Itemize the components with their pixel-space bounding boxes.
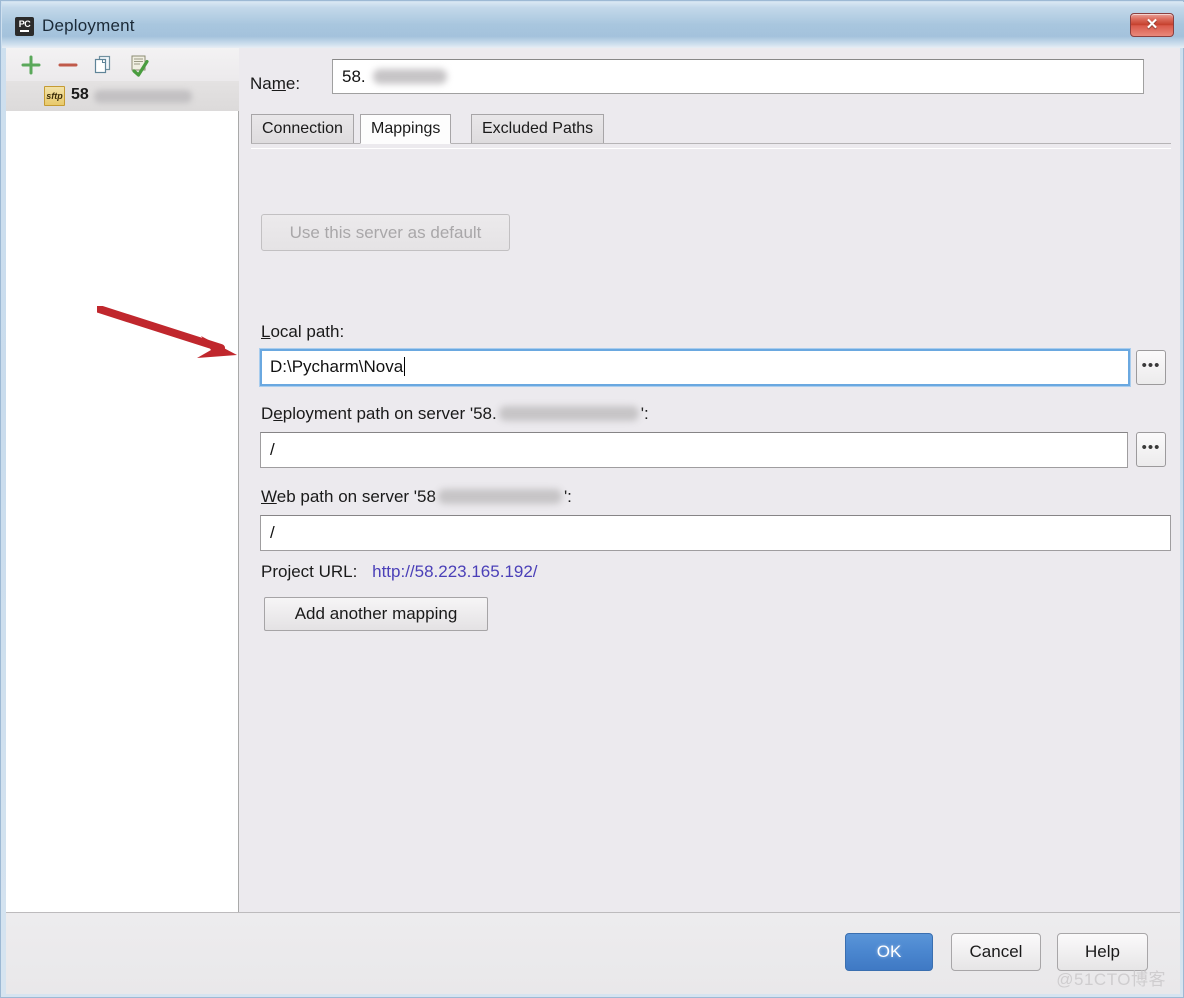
dialog-footer: OK Cancel Help @51CTO博客: [6, 912, 1180, 994]
cancel-button[interactable]: Cancel: [951, 933, 1041, 971]
add-another-mapping-button[interactable]: Add another mapping: [264, 597, 488, 631]
add-server-icon[interactable]: [19, 53, 43, 77]
local-path-value: D:\Pycharm\Nova: [270, 357, 406, 377]
tab-connection[interactable]: Connection: [251, 114, 354, 144]
close-glyph: ✕: [1145, 16, 1159, 33]
list-item[interactable]: sftp 58: [6, 81, 239, 111]
project-url-row: Project URL: http://58.223.165.192/: [261, 562, 538, 582]
web-path-value: /: [270, 523, 275, 542]
server-settings-panel: Name: 58. Connection Mappings Excluded P…: [240, 48, 1180, 912]
deployment-path-label: Deployment path on server '58. ':: [261, 404, 649, 424]
divider: [251, 148, 1171, 149]
name-label-post: e:: [285, 74, 301, 93]
deployment-dialog: PC Deployment ✕ sftp 58 Name: 58. Connec…: [0, 0, 1184, 998]
deployment-path-browse-button[interactable]: •••: [1136, 432, 1166, 467]
name-input[interactable]: 58.: [332, 59, 1144, 94]
deployment-path-input[interactable]: /: [260, 432, 1128, 468]
redacted-blur: [437, 489, 562, 505]
project-url-label: Project URL:: [261, 562, 358, 581]
window-title: Deployment: [42, 16, 135, 35]
redacted-blur: [373, 69, 447, 84]
deployment-path-label-pre: D: [261, 404, 274, 423]
name-label-mnemonic: m: [271, 74, 286, 93]
remove-server-icon[interactable]: [56, 53, 80, 77]
redacted-blur: [94, 90, 192, 103]
mappings-tab-content: Use this server as default Local path: D…: [251, 143, 1171, 898]
local-path-label-text: ocal path:: [270, 322, 345, 341]
text-caret: [404, 357, 406, 376]
sftp-icon: sftp: [44, 86, 65, 106]
server-list-toolbar: [6, 48, 239, 81]
local-path-browse-button[interactable]: •••: [1136, 350, 1166, 385]
redacted-blur: [498, 406, 639, 422]
web-path-label: Web path on server '58 ':: [261, 487, 572, 507]
local-path-label: Local path:: [261, 322, 344, 342]
watermark: @51CTO博客: [1056, 970, 1166, 989]
web-path-mnemonic: W: [261, 487, 277, 506]
validate-connection-icon[interactable]: [127, 53, 151, 77]
pycharm-icon: PC: [15, 17, 34, 36]
tab-mappings[interactable]: Mappings: [360, 114, 452, 144]
tab-excluded-paths[interactable]: Excluded Paths: [471, 114, 605, 144]
name-input-value: 58.: [342, 67, 366, 86]
close-icon[interactable]: ✕: [1130, 13, 1174, 37]
name-label: Name:: [250, 74, 300, 94]
use-default-server-button[interactable]: Use this server as default: [261, 214, 510, 251]
copy-server-icon[interactable]: [91, 53, 115, 77]
deployment-path-label-text: ployment path on server '58.: [282, 404, 497, 423]
deployment-path-label-tail: ':: [640, 404, 649, 423]
web-path-label-tail: ':: [563, 487, 572, 506]
deployment-path-value: /: [270, 440, 275, 459]
project-url-link[interactable]: http://58.223.165.192/: [372, 562, 537, 581]
web-path-label-text: eb path on server '58: [276, 487, 436, 506]
ok-button[interactable]: OK: [845, 933, 933, 971]
settings-tabs: Connection Mappings Excluded Paths: [251, 114, 1171, 144]
server-list-panel: sftp 58: [6, 48, 239, 912]
web-path-input[interactable]: /: [260, 515, 1171, 551]
list-item-label: 58: [71, 86, 89, 103]
local-path-value-text: D:\Pycharm\Nova: [270, 357, 404, 376]
deployment-path-mnemonic: e: [273, 404, 283, 423]
local-path-input[interactable]: D:\Pycharm\Nova: [259, 348, 1131, 387]
name-label-pre: Na: [250, 74, 272, 93]
title-bar: PC Deployment ✕: [2, 2, 1184, 48]
